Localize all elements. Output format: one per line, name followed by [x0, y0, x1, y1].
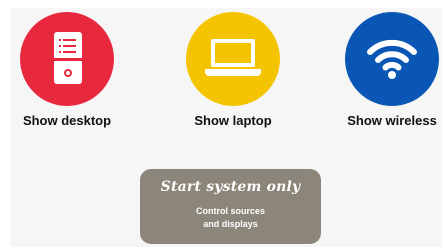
show-desktop-label: Show desktop [22, 113, 112, 128]
start-system-description: Control sources and displays [140, 205, 321, 231]
start-system-description-line-1: Control sources [195, 206, 265, 216]
start-system-only-button[interactable]: Start system only Control sources and di… [140, 169, 321, 244]
start-system-title: Start system only [160, 179, 301, 195]
wifi-icon [367, 39, 417, 79]
show-wireless-button[interactable]: Show wireless [322, 12, 442, 128]
source-selection-panel: Show desktop Show laptop Show wireless S… [0, 0, 442, 247]
wireless-circle [345, 12, 439, 106]
start-system-description-line-2: and displays [203, 219, 258, 229]
show-laptop-button[interactable]: Show laptop [163, 12, 303, 128]
panel-top-border [0, 0, 442, 8]
laptop-circle [186, 12, 280, 106]
desktop-tower-icon [54, 32, 82, 84]
desktop-circle [20, 12, 114, 106]
show-wireless-label: Show wireless [347, 113, 437, 128]
show-laptop-label: Show laptop [194, 113, 272, 128]
show-desktop-button[interactable]: Show desktop [0, 12, 137, 128]
